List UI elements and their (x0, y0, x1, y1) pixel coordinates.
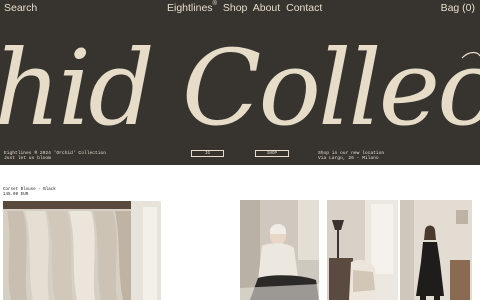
nav-contact-link[interactable]: Contact (286, 2, 322, 14)
collection-info: Eightlines ® 2024 'Orchid' Collection Ju… (4, 151, 106, 162)
shop-button[interactable]: SHOP (255, 150, 289, 157)
product-section: Corset Blouse - Black 145.00 EUR (0, 165, 480, 300)
collection-info-line2: Just let us bloom (4, 156, 51, 162)
collection-title-text: hid Collection (0, 27, 480, 149)
store-location-info: Shop in our new location Via Largo, 26 -… (318, 151, 384, 162)
collection-title: hid Collection (0, 0, 480, 165)
hero-footer: Eightlines ® 2024 'Orchid' Collection Ju… (0, 147, 480, 165)
search-link[interactable]: Search (4, 2, 37, 14)
store-location-line2: Via Largo, 26 - Milano (318, 156, 379, 162)
brand-logo[interactable]: Eightlines® (167, 1, 217, 14)
product-caption[interactable]: Corset Blouse - Black 145.00 EUR (3, 188, 56, 198)
brand-name: Eightlines (167, 2, 213, 14)
nav-shop-link[interactable]: Shop (223, 2, 248, 14)
product-image-curtains[interactable] (3, 201, 161, 300)
nav-center-group: Eightlines® Shop About Contact (167, 1, 322, 14)
hero-banner: hid Collection Search Eightlines® Shop A… (0, 0, 480, 165)
bag-link[interactable]: Bag (0) (441, 2, 475, 14)
product-image-model-standing[interactable] (400, 200, 472, 300)
product-image-model-bed[interactable] (240, 200, 319, 300)
product-price: 145.00 EUR (3, 192, 29, 197)
brand-registered-mark: ® (212, 1, 217, 7)
product-image-interior-lamp[interactable] (327, 200, 398, 300)
nav-about-link[interactable]: About (253, 2, 280, 14)
top-navigation: Search Eightlines® Shop About Contact Ba… (0, 0, 480, 18)
instagram-button[interactable]: IG (191, 150, 224, 157)
